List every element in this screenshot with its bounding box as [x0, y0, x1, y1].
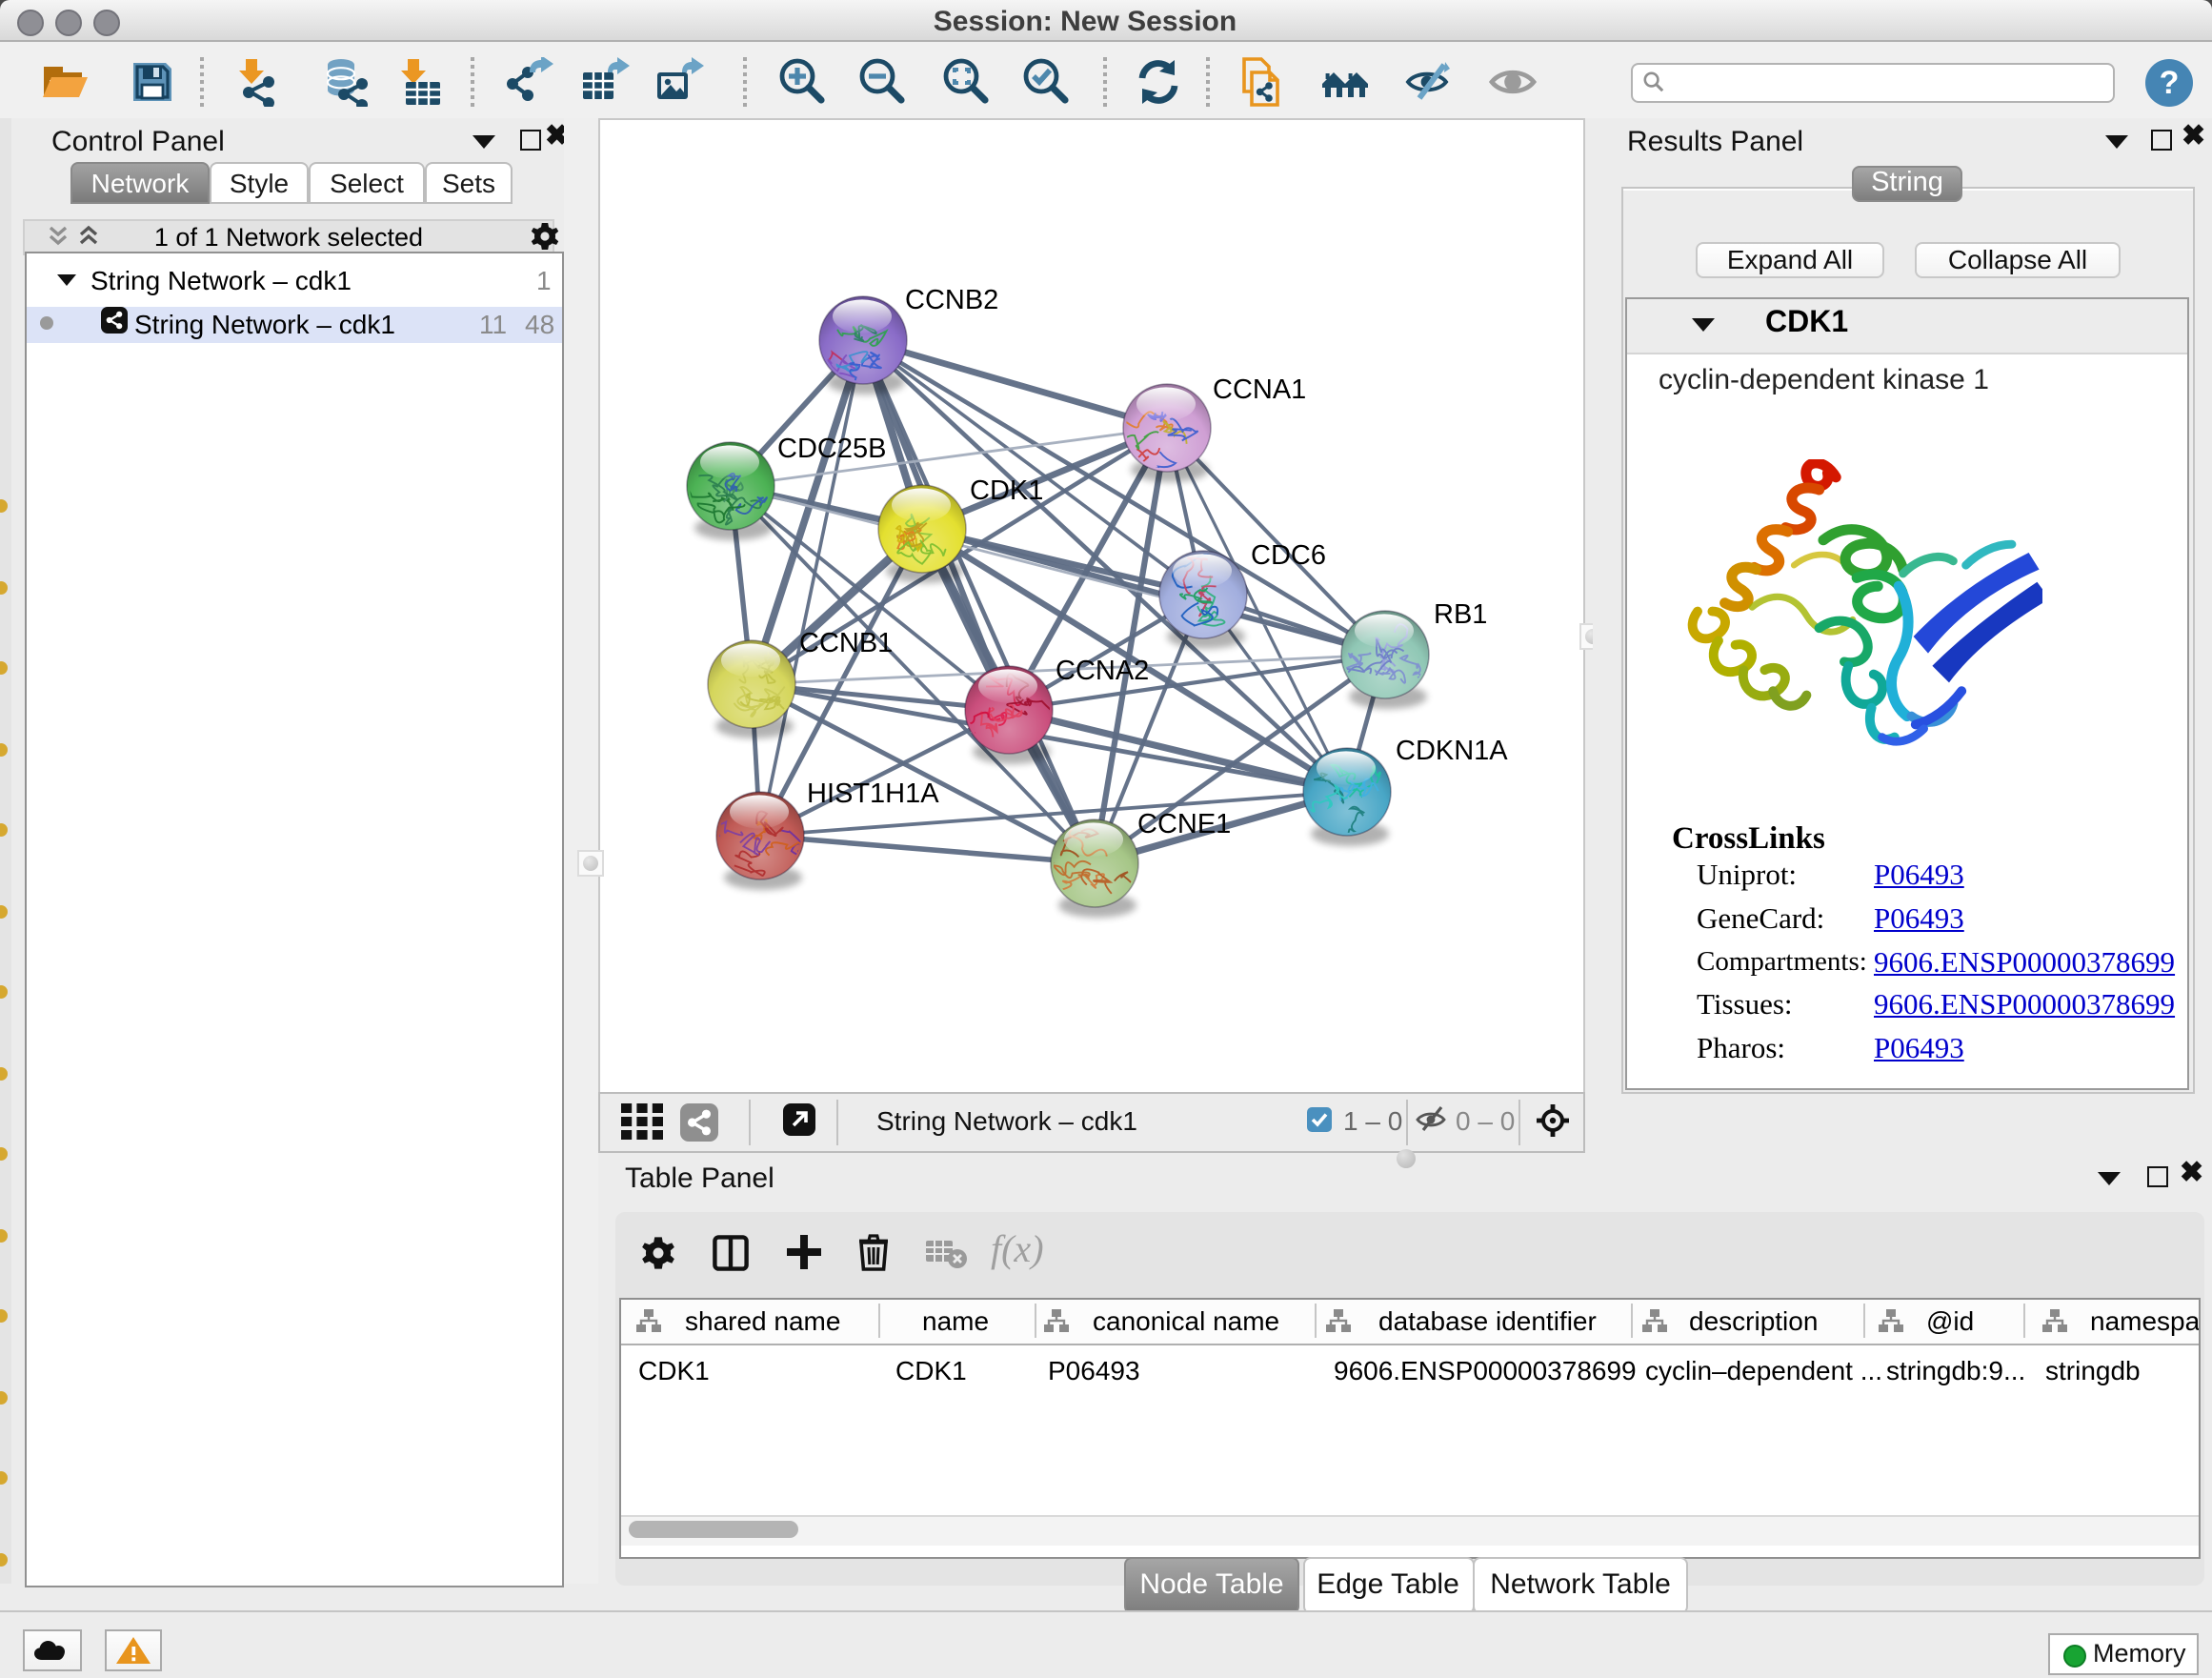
svg-text:CCNA2: CCNA2 — [1056, 656, 1149, 686]
svg-text:CCNA1: CCNA1 — [1213, 374, 1306, 405]
svg-text:CDKN1A: CDKN1A — [1396, 736, 1508, 766]
svg-text:CCNE1: CCNE1 — [1137, 809, 1231, 839]
svg-text:CCNB2: CCNB2 — [905, 285, 998, 315]
svg-text:CDC25B: CDC25B — [777, 434, 886, 464]
svg-text:CDK1: CDK1 — [970, 475, 1043, 506]
svg-text:HIST1H1A: HIST1H1A — [807, 778, 939, 809]
svg-text:CCNB1: CCNB1 — [799, 628, 893, 658]
svg-text:CDC6: CDC6 — [1251, 540, 1326, 571]
svg-text:RB1: RB1 — [1434, 599, 1487, 630]
